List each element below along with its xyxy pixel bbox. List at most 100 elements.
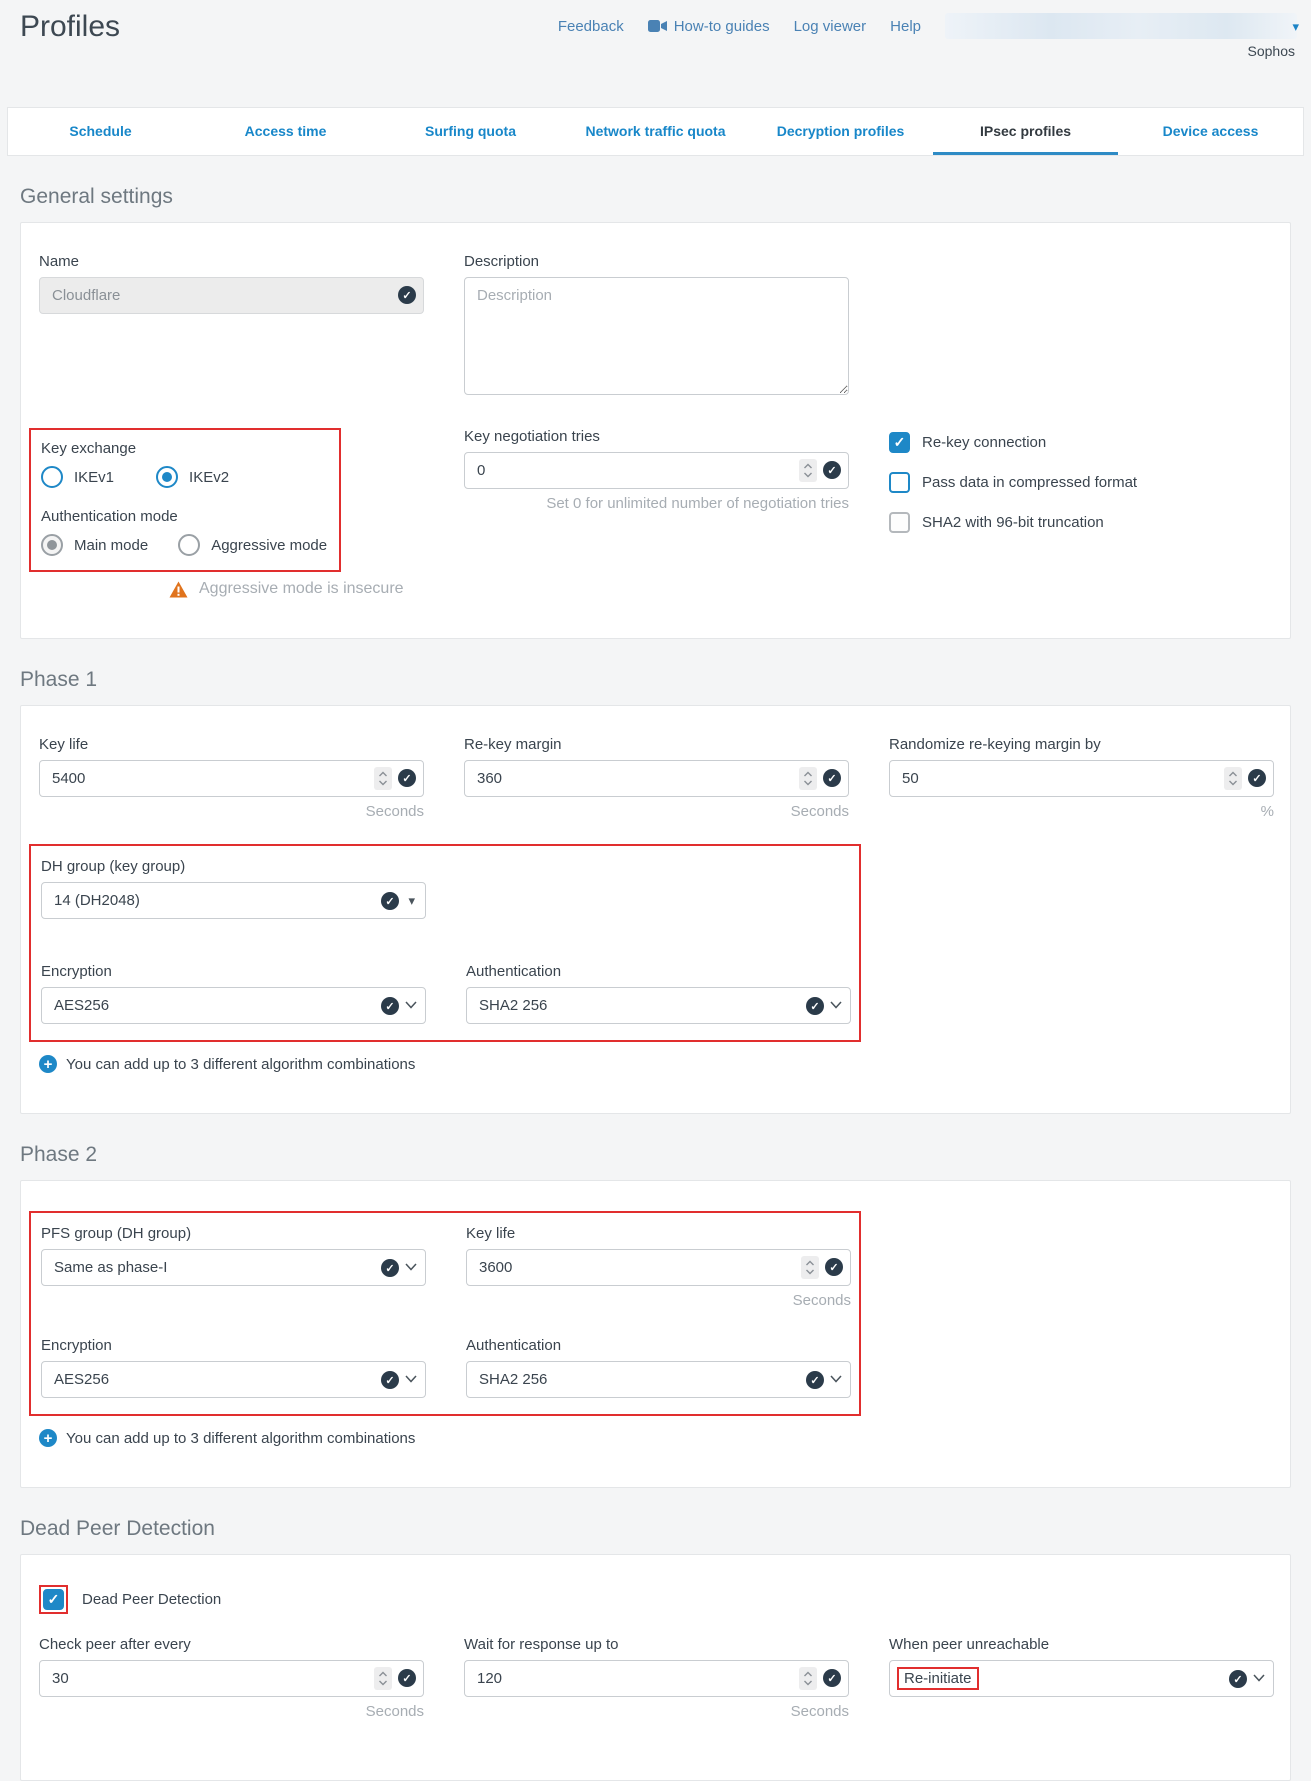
ikev2-radio[interactable]	[156, 466, 178, 488]
chevron-down-icon	[1253, 1674, 1265, 1682]
p1-randomize-group: Randomize re-keying margin by ✓ %	[889, 736, 1274, 820]
p1-authentication-label: Authentication	[466, 963, 851, 980]
tab-surfing-quota[interactable]: Surfing quota	[378, 108, 563, 155]
p1-authentication-select[interactable]: SHA2 256 ✓	[466, 987, 851, 1024]
valid-check-icon: ✓	[823, 461, 841, 479]
add-plus-icon[interactable]: +	[39, 1429, 57, 1447]
dpd-card: ✓ Dead Peer Detection Check peer after e…	[20, 1554, 1291, 1781]
dpd-check-peer-group: Check peer after every ✓ Seconds	[39, 1636, 424, 1720]
p1-authentication-group: Authentication SHA2 256 ✓	[466, 963, 851, 1024]
tab-network-traffic-quota[interactable]: Network traffic quota	[563, 108, 748, 155]
description-label: Description	[464, 253, 849, 270]
dpd-unreachable-label: When peer unreachable	[889, 1636, 1274, 1653]
p2-pfs-select[interactable]: Same as phase-I ✓	[41, 1249, 426, 1286]
p1-rekey-margin-input[interactable]	[464, 760, 849, 797]
sha2-truncation-row: SHA2 with 96-bit truncation	[889, 512, 1274, 533]
chevron-down-icon	[405, 1263, 417, 1271]
ikev1-radio[interactable]	[41, 466, 63, 488]
valid-check-icon: ✓	[381, 892, 399, 910]
page-title: Profiles	[20, 10, 120, 44]
stepper-icon[interactable]	[799, 1667, 817, 1690]
phase2-algorithms-highlight-box: PFS group (DH group) Same as phase-I ✓ K…	[29, 1211, 861, 1416]
description-field-group: Description	[464, 253, 849, 400]
p2-encryption-label: Encryption	[41, 1337, 426, 1354]
name-input-wrap: ✓	[39, 277, 424, 314]
log-viewer-label: Log viewer	[794, 18, 867, 35]
p1-encryption-select[interactable]: AES256 ✓	[41, 987, 426, 1024]
key-exchange-highlight-box: Key exchange IKEv1 IKEv2 Authentication …	[29, 428, 341, 572]
p2-authentication-label: Authentication	[466, 1337, 851, 1354]
dpd-heading: Dead Peer Detection	[20, 1517, 1291, 1541]
valid-check-icon: ✓	[806, 1371, 824, 1389]
name-input[interactable]	[39, 277, 424, 314]
name-label: Name	[39, 253, 424, 270]
p2-key-life-input[interactable]	[466, 1249, 851, 1286]
p2-key-life-unit: Seconds	[466, 1292, 851, 1309]
tab-device-access[interactable]: Device access	[1118, 108, 1303, 155]
sha2-truncation-checkbox[interactable]	[889, 512, 910, 533]
phase2-heading: Phase 2	[20, 1143, 1291, 1167]
p1-key-life-input[interactable]	[39, 760, 424, 797]
p2-encryption-select[interactable]: AES256 ✓	[41, 1361, 426, 1398]
p2-authentication-group: Authentication SHA2 256 ✓	[466, 1337, 851, 1398]
stepper-icon[interactable]	[374, 767, 392, 790]
dpd-check-peer-input[interactable]	[39, 1660, 424, 1697]
dpd-unreachable-select[interactable]: Re-initiate ✓	[889, 1660, 1274, 1697]
p1-add-note-text: You can add up to 3 different algorithm …	[66, 1056, 415, 1073]
help-link[interactable]: Help	[890, 18, 921, 35]
dpd-unreachable-value: Re-initiate	[904, 1670, 972, 1687]
valid-check-icon: ✓	[823, 1669, 841, 1687]
account-menu[interactable]: ▾	[945, 13, 1297, 39]
p1-randomize-input[interactable]	[889, 760, 1274, 797]
p1-dh-group-select[interactable]: 14 (DH2048) ✓ ▾	[41, 882, 426, 919]
chevron-down-icon	[405, 1001, 417, 1009]
howto-guides-link[interactable]: How-to guides	[648, 18, 770, 35]
p2-authentication-select[interactable]: SHA2 256 ✓	[466, 1361, 851, 1398]
stepper-icon[interactable]	[374, 1667, 392, 1690]
key-negotiation-label: Key negotiation tries	[464, 428, 849, 445]
key-negotiation-input[interactable]	[464, 452, 849, 489]
p1-key-life-label: Key life	[39, 736, 424, 753]
aggressive-mode-radio[interactable]	[178, 534, 200, 556]
p2-add-combination-note: + You can add up to 3 different algorith…	[39, 1429, 1272, 1447]
main-mode-radio[interactable]	[41, 534, 63, 556]
p1-authentication-value: SHA2 256	[479, 997, 547, 1014]
options-checkbox-list: ✓ Re-key connection Pass data in compres…	[889, 428, 1274, 598]
p1-encryption-label: Encryption	[41, 963, 426, 980]
p1-key-life-group: Key life ✓ Seconds	[39, 736, 424, 820]
sha2-truncation-label: SHA2 with 96-bit truncation	[922, 514, 1104, 531]
add-plus-icon[interactable]: +	[39, 1055, 57, 1073]
valid-check-icon: ✓	[398, 1669, 416, 1687]
general-settings-card: Name ✓ Description Key exchange IKEv1 IK…	[20, 222, 1291, 639]
dpd-wait-group: Wait for response up to ✓ Seconds	[464, 1636, 849, 1720]
tab-access-time[interactable]: Access time	[193, 108, 378, 155]
valid-check-icon: ✓	[398, 769, 416, 787]
dpd-wait-input[interactable]	[464, 1660, 849, 1697]
compressed-format-checkbox[interactable]	[889, 472, 910, 493]
stepper-icon[interactable]	[799, 767, 817, 790]
rekey-connection-checkbox[interactable]: ✓	[889, 432, 910, 453]
valid-check-icon: ✓	[1248, 769, 1266, 787]
rekey-connection-label: Re-key connection	[922, 434, 1046, 451]
p2-pfs-group: PFS group (DH group) Same as phase-I ✓	[41, 1225, 426, 1309]
tab-decryption-profiles[interactable]: Decryption profiles	[748, 108, 933, 155]
brand-label: Sophos	[1248, 43, 1295, 59]
aggressive-warning-text: Aggressive mode is insecure	[199, 580, 404, 598]
page-header: Profiles Feedback How-to guides Log view…	[0, 0, 1311, 105]
tab-schedule[interactable]: Schedule	[8, 108, 193, 155]
video-camera-icon	[648, 20, 667, 32]
aggressive-mode-warning: Aggressive mode is insecure	[169, 580, 424, 598]
dpd-checkbox[interactable]: ✓	[43, 1589, 64, 1610]
log-viewer-link[interactable]: Log viewer	[794, 18, 867, 35]
valid-check-icon: ✓	[825, 1258, 843, 1276]
stepper-icon[interactable]	[1224, 767, 1242, 790]
description-textarea[interactable]	[464, 277, 849, 395]
feedback-link[interactable]: Feedback	[558, 18, 624, 35]
p2-add-note-text: You can add up to 3 different algorithm …	[66, 1430, 415, 1447]
tab-ipsec-profiles[interactable]: IPsec profiles	[933, 108, 1118, 155]
stepper-icon[interactable]	[799, 459, 817, 482]
stepper-icon[interactable]	[801, 1256, 819, 1279]
dpd-unreachable-group: When peer unreachable Re-initiate ✓	[889, 1636, 1274, 1720]
main-mode-radio-label: Main mode	[74, 537, 148, 554]
help-link-label: Help	[890, 18, 921, 35]
